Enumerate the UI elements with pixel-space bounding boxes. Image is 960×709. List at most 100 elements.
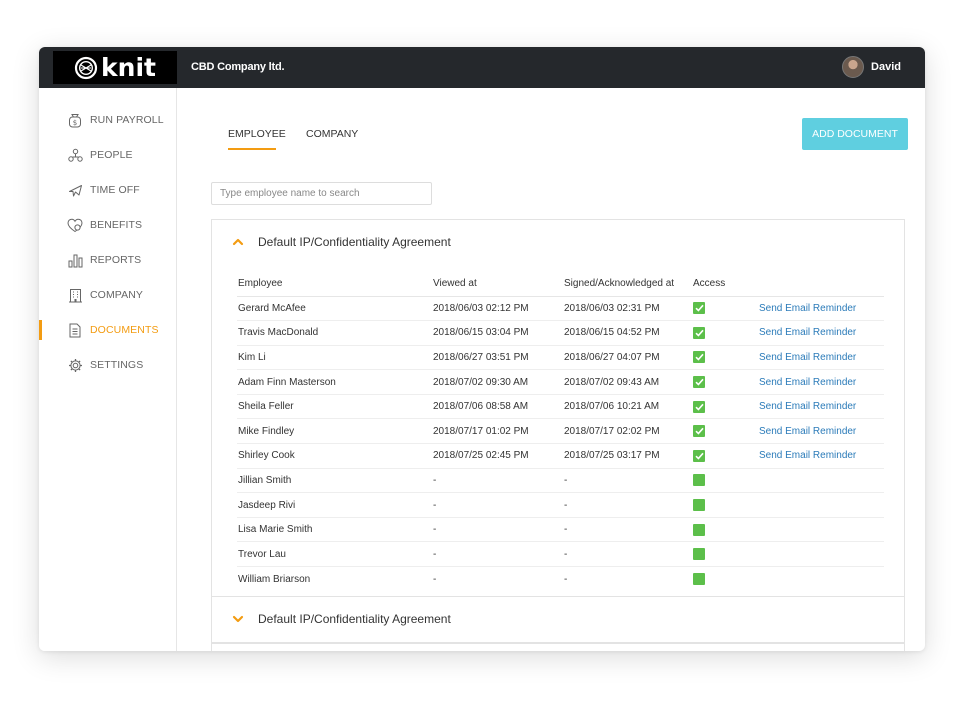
document-title: Default IP/Confidentiality Agreement	[258, 612, 451, 626]
access-checked-icon[interactable]	[693, 425, 705, 438]
employee-name[interactable]: Trevor Lau	[237, 541, 433, 568]
access-unchecked-icon[interactable]	[693, 573, 705, 586]
send-email-reminder-link[interactable]: Send Email Reminder	[759, 352, 856, 363]
sidebar-item-people[interactable]: PEOPLE	[39, 143, 177, 167]
column-header-actions	[759, 272, 884, 297]
viewed-at: 2018/06/03 02:12 PM	[433, 296, 564, 322]
heart-icon	[67, 217, 83, 233]
user-name[interactable]: David	[871, 61, 901, 73]
tab-company[interactable]: COMPANY	[306, 128, 358, 140]
access-cell	[693, 468, 759, 494]
access-cell	[693, 369, 759, 395]
action-cell	[759, 492, 884, 518]
sidebar-item-company[interactable]: COMPANY	[39, 283, 177, 307]
action-cell: Send Email Reminder	[759, 345, 884, 371]
access-checked-icon[interactable]	[693, 400, 705, 413]
access-checked-icon[interactable]	[693, 376, 705, 389]
viewed-at: -	[433, 468, 564, 494]
tab-employee[interactable]: EMPLOYEE	[228, 128, 286, 140]
table-row: Jasdeep Rivi - -	[237, 492, 884, 518]
search-input[interactable]	[211, 182, 432, 205]
table-row: Jillian Smith - -	[237, 468, 884, 494]
employee-name[interactable]: Jasdeep Rivi	[237, 492, 433, 518]
access-cell	[693, 517, 759, 543]
logo-mark-icon	[74, 56, 98, 79]
document-header[interactable]: Default IP/Confidentiality Agreement	[232, 235, 451, 249]
table-row: Shirley Cook 2018/07/25 02:45 PM 2018/07/2…	[237, 443, 884, 469]
column-header[interactable]: Viewed at	[433, 272, 564, 297]
action-cell	[759, 567, 884, 592]
send-email-reminder-link[interactable]: Send Email Reminder	[759, 401, 856, 412]
viewed-at: 2018/06/27 03:51 PM	[433, 345, 564, 371]
money-bag-icon: $	[67, 112, 83, 128]
table-row: Lisa Marie Smith - -	[237, 517, 884, 543]
action-cell: Send Email Reminder	[759, 418, 884, 445]
access-unchecked-icon[interactable]	[693, 523, 705, 536]
table-row: Kim Li 2018/06/27 03:51 PM 2018/06/27 04:0…	[237, 345, 884, 371]
add-document-button[interactable]: ADD DOCUMENT	[802, 118, 908, 150]
action-cell: Send Email Reminder	[759, 369, 884, 395]
signed-at: 2018/06/15 04:52 PM	[564, 320, 693, 346]
access-unchecked-icon[interactable]	[693, 548, 705, 561]
access-unchecked-icon[interactable]	[693, 474, 705, 487]
employee-name[interactable]: Mike Findley	[237, 418, 433, 445]
document-header[interactable]: Default IP/Confidentiality Agreement	[232, 612, 451, 626]
send-email-reminder-link[interactable]: Send Email Reminder	[759, 327, 856, 338]
document-card-partial	[211, 643, 905, 651]
access-cell	[693, 394, 759, 420]
table-row: Trevor Lau - -	[237, 541, 884, 568]
access-checked-icon[interactable]	[693, 302, 705, 315]
employee-name[interactable]: Shirley Cook	[237, 443, 433, 469]
building-icon	[67, 287, 83, 303]
send-email-reminder-link[interactable]: Send Email Reminder	[759, 426, 856, 437]
action-cell: Send Email Reminder	[759, 320, 884, 346]
employee-name[interactable]: Travis MacDonald	[237, 320, 433, 346]
access-checked-icon[interactable]	[693, 326, 705, 339]
employee-name[interactable]: Lisa Marie Smith	[237, 517, 433, 543]
sidebar-item-reports[interactable]: REPORTS	[39, 248, 177, 272]
sidebar-item-label: PEOPLE	[90, 149, 133, 161]
chevron-down-icon[interactable]	[232, 613, 244, 625]
logo[interactable]: knit	[53, 51, 177, 84]
signed-at: -	[564, 573, 568, 585]
sidebar-item-benefits[interactable]: BENEFITS	[39, 213, 177, 237]
sidebar-item-label: TIME OFF	[90, 184, 140, 196]
signed-at: -	[564, 492, 693, 518]
send-email-reminder-link[interactable]: Send Email Reminder	[759, 303, 856, 314]
action-cell: Send Email Reminder	[759, 394, 884, 420]
column-header[interactable]: Employee	[237, 272, 433, 297]
sidebar-item-label: RUN PAYROLL	[90, 114, 164, 126]
app-window: knit CBD Company ltd. David $ RUN PAYROL…	[39, 47, 925, 651]
sidebar-item-settings[interactable]: SETTINGS	[39, 353, 177, 377]
company-name[interactable]: CBD Company ltd.	[191, 61, 285, 73]
send-email-reminder-link[interactable]: Send Email Reminder	[759, 377, 856, 388]
sidebar-item-time-off[interactable]: TIME OFF	[39, 178, 177, 202]
employee-name[interactable]: Sheila Feller	[237, 394, 433, 420]
table-row: Travis MacDonald 2018/06/15 03:04 PM 2018/…	[237, 320, 884, 346]
access-checked-icon[interactable]	[693, 351, 705, 364]
viewed-at: 2018/07/25 02:45 PM	[433, 443, 564, 469]
column-header[interactable]: Signed/Acknowledged at	[564, 272, 693, 297]
employee-name[interactable]: Adam Finn Masterson	[237, 369, 433, 395]
employee-name[interactable]: William Briarson	[237, 567, 433, 592]
user-menu[interactable]: David	[842, 56, 901, 78]
sidebar: $ RUN PAYROLL PEOPLE TIME OFF BENEFITS R…	[39, 88, 177, 651]
access-checked-icon[interactable]	[693, 449, 705, 462]
viewed-at: 2018/07/02 09:30 AM	[433, 369, 564, 395]
avatar[interactable]	[842, 56, 865, 78]
signatures-table: Employee Viewed at Signed/Acknowledged a…	[237, 272, 884, 591]
chevron-up-icon[interactable]	[232, 236, 244, 248]
send-email-reminder-link[interactable]: Send Email Reminder	[759, 450, 856, 461]
table-row: Adam Finn Masterson 2018/07/02 09:30 AM 20…	[237, 369, 884, 395]
employee-name[interactable]: Gerard McAfee	[237, 296, 433, 322]
sidebar-item-label: REPORTS	[90, 254, 142, 266]
sidebar-item-run-payroll[interactable]: $ RUN PAYROLL	[39, 108, 177, 132]
column-header[interactable]: Access	[693, 272, 759, 297]
svg-text:$: $	[73, 119, 78, 127]
employee-name[interactable]: Kim Li	[237, 345, 433, 371]
sidebar-item-documents[interactable]: DOCUMENTS	[39, 318, 177, 342]
employee-name[interactable]: Jillian Smith	[237, 468, 433, 494]
signed-at: -	[564, 468, 693, 494]
action-cell	[759, 517, 884, 543]
access-unchecked-icon[interactable]	[693, 499, 705, 512]
